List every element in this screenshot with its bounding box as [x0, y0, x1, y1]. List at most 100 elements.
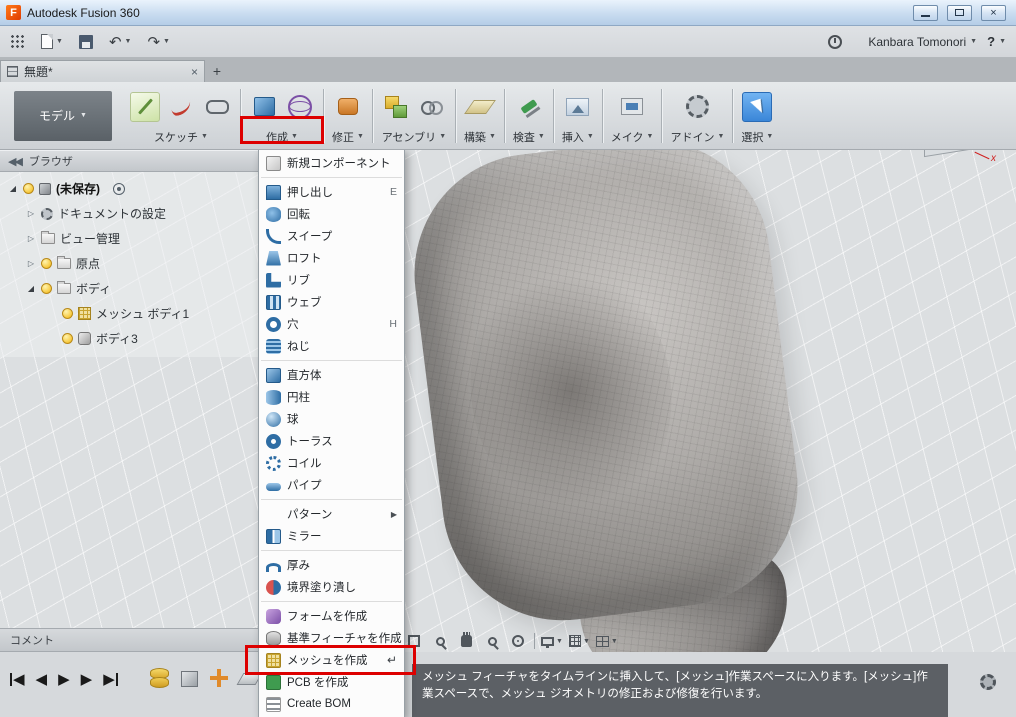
menu-item-web[interactable]: ウェブ [259, 291, 404, 313]
expand-triangle-icon[interactable]: ▷ [26, 259, 36, 268]
create-form-sphere-icon[interactable] [285, 92, 315, 122]
slot-icon[interactable] [202, 92, 232, 122]
menu-item-thread[interactable]: ねじ [259, 335, 404, 357]
timeline-move-feature-icon[interactable] [208, 666, 230, 690]
expand-triangle-icon[interactable]: ▷ [26, 209, 36, 218]
restore-button[interactable] [947, 4, 972, 21]
expand-triangle-icon[interactable]: ▷ [26, 234, 36, 243]
job-status-button[interactable] [828, 34, 843, 49]
menu-item-create-pcb[interactable]: PCB を作成 [259, 671, 404, 693]
joint-icon[interactable] [417, 92, 447, 122]
menu-item-extrude[interactable]: 押し出し E [259, 181, 404, 203]
menu-item-sweep[interactable]: スイープ [259, 225, 404, 247]
visibility-bulb-icon[interactable] [41, 258, 52, 269]
visibility-bulb-icon[interactable] [62, 333, 73, 344]
visibility-bulb-icon[interactable] [62, 308, 73, 319]
menu-item-boundary-fill[interactable]: 境界塗り潰し [259, 576, 404, 598]
modify-menu-button[interactable]: 修正 ▼ [332, 129, 364, 145]
spline-icon[interactable] [166, 92, 196, 122]
timeline-step-back-button[interactable]: ◀ [36, 670, 48, 688]
addins-menu-button[interactable]: アドイン ▼ [670, 129, 724, 145]
expand-triangle-icon[interactable]: ◢ [26, 284, 36, 293]
minimize-button[interactable] [913, 4, 938, 21]
pan-button[interactable] [456, 631, 476, 651]
undo-button[interactable]: ↶ ▼ [109, 33, 132, 51]
collapse-panel-icon[interactable]: ◀◀ [8, 155, 23, 168]
timeline-go-end-button[interactable]: ▶ [103, 670, 118, 688]
user-menu-button[interactable]: Kanbara Tomonori ▼ [868, 35, 977, 49]
menu-item-cylinder[interactable]: 円柱 [259, 386, 404, 408]
insert-image-icon[interactable] [563, 92, 593, 122]
menu-item-revolve[interactable]: 回転 [259, 203, 404, 225]
menu-item-create-bom[interactable]: Create BOM [259, 693, 404, 715]
addins-gear-icon[interactable] [682, 92, 712, 122]
tree-item-origin[interactable]: ▷ 原点 [0, 251, 258, 276]
menu-item-coil[interactable]: コイル [259, 452, 404, 474]
menu-item-torus[interactable]: トーラス [259, 430, 404, 452]
mesh-model-body[interactable] [400, 126, 812, 634]
press-pull-icon[interactable] [333, 92, 363, 122]
menu-item-rib[interactable]: リブ [259, 269, 404, 291]
new-tab-button[interactable]: + [205, 60, 229, 82]
grid-snap-button[interactable]: ▼ [568, 631, 590, 651]
file-menu-button[interactable]: ▼ [41, 34, 63, 49]
activate-component-radio[interactable] [113, 182, 125, 195]
tab-close-icon[interactable]: × [191, 65, 198, 79]
app-grid-button[interactable] [10, 34, 25, 49]
help-menu-button[interactable]: ? ▼ [987, 34, 1006, 49]
timeline-go-start-button[interactable]: ◀ [10, 670, 25, 688]
tree-item-document-settings[interactable]: ▷ ドキュメントの設定 [0, 201, 258, 226]
fit-view-button[interactable] [404, 631, 424, 651]
make-menu-button[interactable]: メイク ▼ [611, 129, 654, 145]
visibility-bulb-icon[interactable] [23, 183, 34, 194]
document-tab[interactable]: 無題* × [0, 60, 205, 82]
make-icon[interactable] [617, 92, 647, 122]
timeline-step-forward-button[interactable]: ▶ [81, 670, 93, 688]
close-button[interactable]: × [981, 4, 1006, 21]
create-sketch-icon[interactable] [130, 91, 160, 122]
menu-item-sphere[interactable]: 球 [259, 408, 404, 430]
zoom-button[interactable] [482, 631, 502, 651]
menu-item-pattern[interactable]: パターン ▶ [259, 503, 404, 525]
menu-item-pipe[interactable]: パイプ [259, 474, 404, 496]
zoom-window-button[interactable] [430, 631, 450, 651]
menu-item-thicken[interactable]: 厚み [259, 554, 404, 576]
menu-item-hole[interactable]: 穴H [259, 313, 404, 335]
measure-icon[interactable] [514, 92, 544, 122]
workspace-selector[interactable]: モデル ▼ [14, 90, 112, 141]
assembly-menu-button[interactable]: アセンブリ ▼ [382, 129, 446, 145]
tree-item-view-management[interactable]: ▷ ビュー管理 [0, 226, 258, 251]
timeline-play-button[interactable]: ▶ [58, 670, 70, 688]
create-box-icon[interactable] [249, 92, 279, 122]
tree-item-body3[interactable]: ボディ3 [0, 326, 258, 351]
sketch-menu-button[interactable]: スケッチ ▼ [154, 129, 208, 145]
menu-item-mirror[interactable]: ミラー [259, 525, 404, 547]
tree-root-component[interactable]: ◢ (未保存) [0, 176, 258, 201]
browser-header[interactable]: ◀◀ ブラウザ [0, 150, 258, 172]
preferences-gear-icon[interactable] [980, 674, 996, 690]
tree-item-bodies[interactable]: ◢ ボディ [0, 276, 258, 301]
inspect-menu-button[interactable]: 検査 ▼ [513, 129, 545, 145]
tree-item-mesh-body[interactable]: メッシュ ボディ1 [0, 301, 258, 326]
construct-menu-button[interactable]: 構築 ▼ [464, 129, 496, 145]
new-component-icon[interactable] [381, 92, 411, 122]
save-button[interactable] [78, 34, 93, 49]
select-cursor-icon[interactable] [742, 91, 773, 122]
comments-bar[interactable]: コメント [0, 628, 258, 652]
menu-item-new-component[interactable]: 新規コンポーネント [259, 152, 404, 174]
menu-item-create-mesh[interactable]: メッシュを作成 ↵ [245, 645, 416, 675]
menu-item-create-form[interactable]: フォームを作成 [259, 605, 404, 627]
construction-plane-icon[interactable] [465, 92, 495, 122]
display-settings-button[interactable]: ▼ [541, 631, 563, 651]
menu-item-loft[interactable]: ロフト [259, 247, 404, 269]
create-menu-button[interactable]: 作成 ▼ [266, 129, 298, 145]
menu-item-create-base-feature[interactable]: 基準フィーチャを作成 [259, 627, 404, 649]
orbit-button[interactable] [508, 631, 528, 651]
timeline-box-feature-icon[interactable] [178, 666, 200, 690]
expand-triangle-icon[interactable]: ◢ [8, 184, 18, 193]
timeline-plane-feature-icon[interactable] [238, 666, 260, 690]
menu-item-box[interactable]: 直方体 [259, 364, 404, 386]
insert-menu-button[interactable]: 挿入 ▼ [562, 129, 594, 145]
select-menu-button[interactable]: 選択 ▼ [741, 129, 773, 145]
timeline-bodies-feature-icon[interactable] [148, 666, 170, 690]
